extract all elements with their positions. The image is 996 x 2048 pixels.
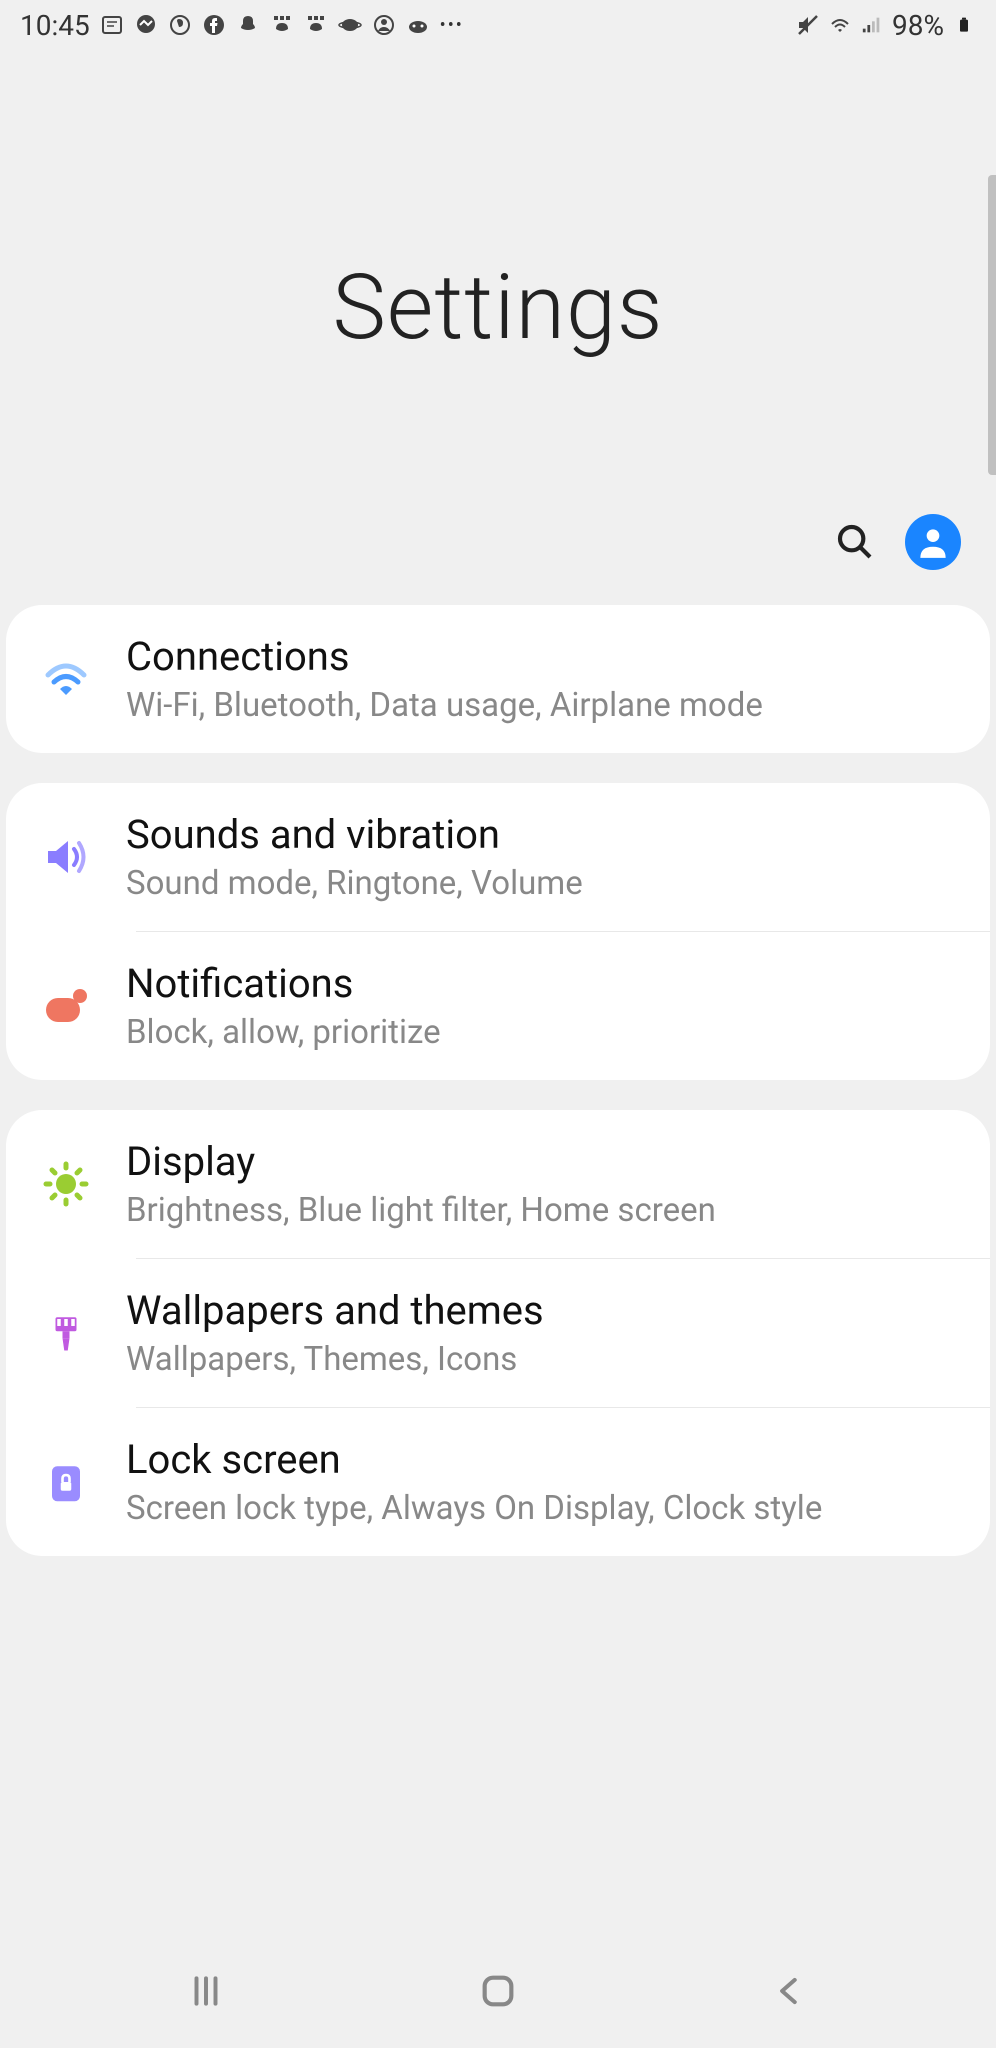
- back-icon: [771, 1972, 809, 2010]
- item-title: Display: [126, 1138, 960, 1185]
- item-subtitle: Wi-Fi, Bluetooth, Data usage, Airplane m…: [126, 686, 960, 725]
- item-title: Sounds and vibration: [126, 811, 960, 858]
- item-title: Lock screen: [126, 1436, 960, 1483]
- item-subtitle: Block, allow, prioritize: [126, 1013, 960, 1052]
- page-title: Settings: [332, 255, 663, 360]
- recents-button[interactable]: [176, 1961, 236, 2021]
- account-button[interactable]: [905, 514, 961, 570]
- search-icon: [835, 522, 875, 562]
- header-actions: [835, 514, 961, 570]
- mute-icon: [796, 13, 820, 37]
- item-wallpapers[interactable]: Wallpapers and themes Wallpapers, Themes…: [6, 1259, 990, 1407]
- card-sounds-notifications: Sounds and vibration Sound mode, Rington…: [6, 783, 990, 1080]
- home-icon: [478, 1971, 518, 2011]
- status-bar: 10:45: [0, 0, 996, 50]
- recents-icon: [187, 1972, 225, 2010]
- header-section: Settings: [0, 50, 996, 605]
- item-lockscreen[interactable]: Lock screen Screen lock type, Always On …: [6, 1408, 990, 1556]
- item-text: Notifications Block, allow, prioritize: [126, 960, 960, 1052]
- item-sounds[interactable]: Sounds and vibration Sound mode, Rington…: [6, 783, 990, 931]
- wifi-icon: [828, 13, 852, 37]
- item-text: Sounds and vibration Sound mode, Rington…: [126, 811, 960, 903]
- reddit-icon: [406, 13, 430, 37]
- item-display[interactable]: Display Brightness, Blue light filter, H…: [6, 1110, 990, 1258]
- snapchat-icon: [236, 13, 260, 37]
- item-title: Connections: [126, 633, 960, 680]
- settings-list: Connections Wi-Fi, Bluetooth, Data usage…: [0, 605, 996, 1556]
- viber-icon: [168, 13, 192, 37]
- lock-icon: [36, 1452, 96, 1512]
- account-icon: [914, 523, 952, 561]
- battery-icon: [952, 13, 976, 37]
- status-right: 98%: [796, 9, 976, 42]
- card-display-group: Display Brightness, Blue light filter, H…: [6, 1110, 990, 1556]
- speaker-icon: [36, 827, 96, 887]
- notification-badge-icon: [36, 976, 96, 1036]
- back-button[interactable]: [760, 1961, 820, 2021]
- status-time: 10:45: [20, 9, 90, 42]
- facebook-icon: [202, 13, 226, 37]
- messenger-icon: [134, 13, 158, 37]
- wifi-icon: [36, 649, 96, 709]
- paintbrush-icon: [36, 1303, 96, 1363]
- item-subtitle: Brightness, Blue light filter, Home scre…: [126, 1191, 960, 1230]
- item-subtitle: Screen lock type, Always On Display, Clo…: [126, 1489, 960, 1528]
- item-connections[interactable]: Connections Wi-Fi, Bluetooth, Data usage…: [6, 605, 990, 753]
- item-notifications[interactable]: Notifications Block, allow, prioritize: [6, 932, 990, 1080]
- item-text: Lock screen Screen lock type, Always On …: [126, 1436, 960, 1528]
- status-left: 10:45: [20, 9, 464, 42]
- brightness-icon: [36, 1154, 96, 1214]
- more-icon: •••: [440, 13, 464, 37]
- navigation-bar: [0, 1933, 996, 2048]
- item-title: Wallpapers and themes: [126, 1287, 960, 1334]
- item-text: Connections Wi-Fi, Bluetooth, Data usage…: [126, 633, 960, 725]
- signal-icon: [860, 13, 884, 37]
- item-text: Display Brightness, Blue light filter, H…: [126, 1138, 960, 1230]
- item-title: Notifications: [126, 960, 960, 1007]
- item-subtitle: Sound mode, Ringtone, Volume: [126, 864, 960, 903]
- search-button[interactable]: [835, 522, 875, 562]
- planet-icon: [338, 13, 362, 37]
- card-connections: Connections Wi-Fi, Bluetooth, Data usage…: [6, 605, 990, 753]
- message-icon: [100, 13, 124, 37]
- home-button[interactable]: [468, 1961, 528, 2021]
- item-text: Wallpapers and themes Wallpapers, Themes…: [126, 1287, 960, 1379]
- notification-icons: •••: [100, 13, 464, 37]
- item-subtitle: Wallpapers, Themes, Icons: [126, 1340, 960, 1379]
- app-icon-1: [270, 13, 294, 37]
- profile-circle-icon: [372, 13, 396, 37]
- app-icon-2: [304, 13, 328, 37]
- scroll-indicator[interactable]: [988, 175, 996, 475]
- battery-percent: 98%: [892, 9, 944, 42]
